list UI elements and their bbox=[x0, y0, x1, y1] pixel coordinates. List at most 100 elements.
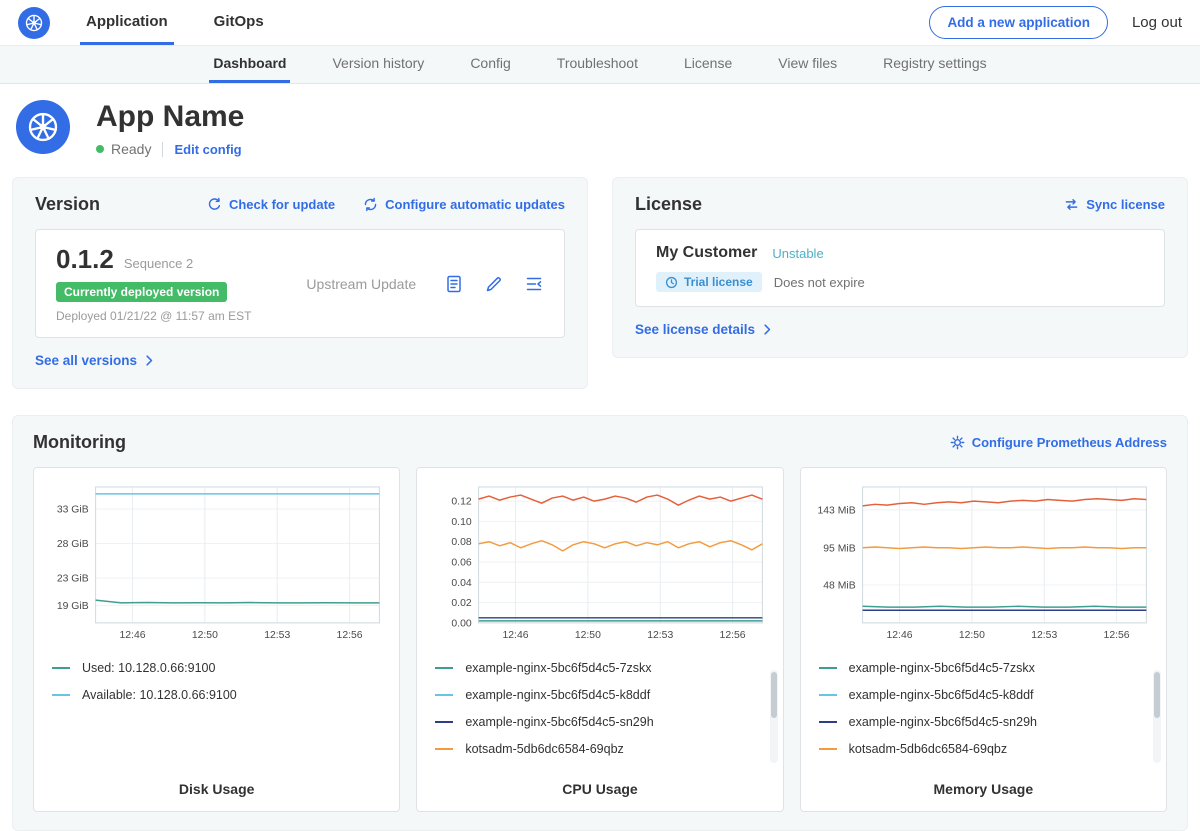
see-license-details-label: See license details bbox=[635, 322, 755, 337]
current-version-card: 0.1.2 Sequence 2 Currently deployed vers… bbox=[35, 229, 565, 338]
see-license-details-link[interactable]: See license details bbox=[635, 322, 773, 337]
monitoring-title: Monitoring bbox=[33, 432, 126, 453]
legend-color-dash-icon bbox=[819, 748, 837, 750]
chart-title: Disk Usage bbox=[46, 775, 387, 797]
svg-text:12:53: 12:53 bbox=[648, 630, 674, 641]
legend-label: example-nginx-5bc6f5d4c5-7zskx bbox=[849, 661, 1035, 675]
edit-config-icon[interactable] bbox=[484, 274, 504, 294]
primary-nav-tab-label: Application bbox=[86, 13, 168, 30]
cpu-usage-chart: 0.000.020.040.060.080.100.1212:4612:5012… bbox=[429, 480, 770, 647]
legend-color-dash-icon bbox=[435, 694, 453, 696]
legend-color-dash-icon bbox=[52, 667, 70, 669]
license-channel: Unstable bbox=[772, 246, 823, 261]
version-panel-title: Version bbox=[35, 194, 100, 215]
license-card: My Customer Unstable Trial license Does … bbox=[635, 229, 1165, 307]
primary-nav-tab[interactable]: Application bbox=[80, 0, 174, 45]
legend-label: example-nginx-5bc6f5d4c5-sn29h bbox=[849, 715, 1037, 729]
svg-text:12:56: 12:56 bbox=[337, 630, 363, 641]
kubernetes-logo-icon bbox=[18, 7, 50, 39]
svg-text:12:46: 12:46 bbox=[119, 630, 145, 641]
cpu-usage-card: 0.000.020.040.060.080.100.1212:4612:5012… bbox=[416, 467, 783, 812]
subnav-tab-label: View files bbox=[778, 55, 837, 71]
subnav-tab[interactable]: Config bbox=[466, 46, 514, 83]
legend-label: example-nginx-5bc6f5d4c5-7zskx bbox=[465, 661, 651, 675]
legend-item: example-nginx-5bc6f5d4c5-sn29h bbox=[819, 715, 1148, 729]
svg-text:12:56: 12:56 bbox=[720, 630, 746, 641]
legend-item: example-nginx-5bc6f5d4c5-k8ddf bbox=[819, 688, 1148, 702]
topbar-actions: Add a new application Log out bbox=[929, 0, 1182, 45]
svg-text:33 GiB: 33 GiB bbox=[57, 504, 89, 515]
configure-prometheus-link[interactable]: Configure Prometheus Address bbox=[950, 435, 1167, 450]
license-type-badge: Trial license bbox=[656, 272, 762, 292]
subnav-tab[interactable]: View files bbox=[774, 46, 841, 83]
primary-nav-tab[interactable]: GitOps bbox=[208, 0, 270, 45]
sync-license-link[interactable]: Sync license bbox=[1064, 197, 1165, 212]
legend-color-dash-icon bbox=[819, 721, 837, 723]
customer-name: My Customer bbox=[656, 244, 757, 262]
version-actions bbox=[444, 274, 544, 294]
add-application-button[interactable]: Add a new application bbox=[929, 6, 1108, 39]
edit-config-link[interactable]: Edit config bbox=[174, 142, 241, 157]
legend-label: Available: 10.128.0.66:9100 bbox=[82, 688, 237, 702]
legend-item: example-nginx-5bc6f5d4c5-sn29h bbox=[435, 715, 764, 729]
legend-color-dash-icon bbox=[819, 694, 837, 696]
disk-usage-chart: 19 GiB23 GiB28 GiB33 GiB12:4612:5012:531… bbox=[46, 480, 387, 647]
configure-automatic-updates-link[interactable]: Configure automatic updates bbox=[363, 197, 565, 212]
version-panel: Version Check for update Configure autom… bbox=[12, 177, 588, 389]
release-notes-icon[interactable] bbox=[444, 274, 464, 294]
legend-label: example-nginx-5bc6f5d4c5-k8ddf bbox=[849, 688, 1034, 702]
version-sequence: Sequence 2 bbox=[124, 256, 193, 271]
disk-usage-card: 19 GiB23 GiB28 GiB33 GiB12:4612:5012:531… bbox=[33, 467, 400, 812]
legend-scrollbar[interactable] bbox=[1153, 670, 1161, 763]
legend-color-dash-icon bbox=[435, 748, 453, 750]
top-navbar: Application GitOps Add a new application… bbox=[0, 0, 1200, 46]
svg-text:12:50: 12:50 bbox=[575, 630, 601, 641]
subnav-tab[interactable]: Troubleshoot bbox=[553, 46, 642, 83]
gear-icon bbox=[950, 435, 965, 450]
license-expiration: Does not expire bbox=[774, 275, 865, 290]
legend-label: kotsadm-5db6dc6584-69qbz bbox=[465, 742, 623, 756]
svg-text:143 MiB: 143 MiB bbox=[817, 505, 855, 516]
subnav-tab[interactable]: Version history bbox=[328, 46, 428, 83]
svg-text:12:50: 12:50 bbox=[958, 630, 984, 641]
check-for-update-label: Check for update bbox=[229, 197, 335, 212]
configure-prometheus-label: Configure Prometheus Address bbox=[972, 435, 1167, 450]
chart-title: Memory Usage bbox=[813, 775, 1154, 797]
memory-usage-legend: example-nginx-5bc6f5d4c5-7zskx example-n… bbox=[819, 661, 1148, 769]
legend-item: example-nginx-5bc6f5d4c5-7zskx bbox=[435, 661, 764, 675]
chevron-right-icon bbox=[762, 324, 773, 335]
app-title: App Name bbox=[96, 100, 244, 133]
svg-text:48 MiB: 48 MiB bbox=[823, 580, 855, 591]
upstream-update-label: Upstream Update bbox=[306, 276, 416, 292]
legend-color-dash-icon bbox=[435, 667, 453, 669]
check-for-update-link[interactable]: Check for update bbox=[207, 197, 335, 212]
svg-text:23 GiB: 23 GiB bbox=[57, 573, 89, 584]
sync-icon bbox=[1064, 197, 1079, 212]
legend-item: example-nginx-5bc6f5d4c5-k8ddf bbox=[435, 688, 764, 702]
version-number: 0.1.2 bbox=[56, 244, 114, 275]
divider bbox=[162, 142, 163, 157]
subnav-tab-label: License bbox=[684, 55, 732, 71]
legend-item: Available: 10.128.0.66:9100 bbox=[52, 688, 381, 702]
legend-color-dash-icon bbox=[819, 667, 837, 669]
svg-text:19 GiB: 19 GiB bbox=[57, 601, 89, 612]
subnav-tab[interactable]: License bbox=[680, 46, 736, 83]
legend-item: example-nginx-5bc6f5d4c5-7zskx bbox=[819, 661, 1148, 675]
see-all-versions-link[interactable]: See all versions bbox=[35, 353, 155, 368]
app-subnav: Dashboard Version history Config Trouble… bbox=[0, 46, 1200, 84]
logout-link[interactable]: Log out bbox=[1132, 14, 1182, 31]
svg-text:0.12: 0.12 bbox=[452, 497, 472, 508]
view-diff-icon[interactable] bbox=[524, 274, 544, 294]
app-logo-icon bbox=[16, 100, 70, 154]
legend-color-dash-icon bbox=[52, 694, 70, 696]
chart-title: CPU Usage bbox=[429, 775, 770, 797]
subnav-tab[interactable]: Registry settings bbox=[879, 46, 990, 83]
legend-label: Used: 10.128.0.66:9100 bbox=[82, 661, 215, 675]
legend-scrollbar[interactable] bbox=[770, 670, 778, 763]
memory-usage-chart: 48 MiB95 MiB143 MiB12:4612:5012:5312:56 bbox=[813, 480, 1154, 647]
svg-text:0.06: 0.06 bbox=[452, 557, 472, 568]
clock-icon bbox=[665, 276, 678, 289]
primary-nav: Application GitOps bbox=[80, 0, 304, 45]
subnav-tab-label: Version history bbox=[332, 55, 424, 71]
subnav-tab[interactable]: Dashboard bbox=[209, 46, 290, 83]
